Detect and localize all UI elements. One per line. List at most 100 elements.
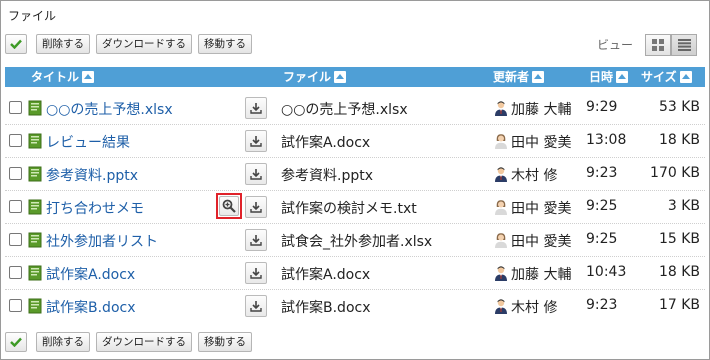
file-icon bbox=[28, 133, 42, 149]
delete-button[interactable]: 削除する bbox=[36, 332, 90, 352]
grid-view-button[interactable] bbox=[645, 34, 671, 56]
updater-name[interactable]: 木村 修 bbox=[511, 297, 557, 317]
updated-time: 9:23 bbox=[586, 297, 618, 313]
download-icon bbox=[250, 301, 262, 312]
user-avatar bbox=[493, 100, 509, 116]
column-header-size[interactable]: サイズ bbox=[641, 67, 692, 87]
user-avatar bbox=[493, 166, 509, 182]
table-row: 試作案A.docx 試作案A.docx 加藤 大輔 10:43 18 KB bbox=[5, 257, 705, 290]
document-icon bbox=[28, 133, 42, 149]
document-icon bbox=[28, 265, 42, 281]
row-checkbox[interactable] bbox=[9, 233, 22, 246]
preview-button[interactable] bbox=[216, 193, 242, 219]
file-title-link[interactable]: 試作案B.docx bbox=[46, 297, 136, 317]
file-icon bbox=[28, 199, 42, 215]
file-title-link[interactable]: ○○の売上予想.xlsx bbox=[46, 99, 173, 119]
view-label: ビュー bbox=[597, 38, 634, 52]
download-button[interactable]: ダウンロードする bbox=[96, 34, 192, 54]
file-title-link[interactable]: 参考資料.pptx bbox=[46, 165, 138, 185]
female-user-icon bbox=[495, 233, 507, 248]
file-name[interactable]: 試作案B.docx bbox=[281, 297, 371, 317]
column-time-label: 日時 bbox=[589, 70, 614, 84]
row-checkbox[interactable] bbox=[9, 167, 22, 180]
file-name[interactable]: 参考資料.pptx bbox=[281, 165, 373, 185]
move-button[interactable]: 移動する bbox=[198, 332, 252, 352]
file-name[interactable]: ○○の売上予想.xlsx bbox=[281, 99, 408, 119]
column-size-label: サイズ bbox=[641, 70, 677, 84]
file-icon bbox=[28, 232, 42, 248]
table-row: 打ち合わせメモ 試作案の検討メモ.txt 田中 愛美 9:25 3 KB bbox=[5, 191, 705, 224]
male-user-icon bbox=[495, 167, 507, 182]
download-button[interactable]: ダウンロードする bbox=[96, 332, 192, 352]
file-title-link[interactable]: レビュー結果 bbox=[46, 132, 130, 152]
file-name[interactable]: 試作案A.docx bbox=[281, 132, 370, 152]
sort-asc-icon[interactable] bbox=[616, 71, 629, 83]
row-checkbox[interactable] bbox=[9, 266, 22, 279]
sort-asc-icon[interactable] bbox=[334, 71, 347, 83]
checkmark-icon bbox=[10, 337, 22, 347]
move-button[interactable]: 移動する bbox=[198, 34, 252, 54]
download-icon bbox=[250, 103, 262, 114]
document-icon bbox=[28, 199, 42, 215]
column-title-label: タイトル bbox=[31, 70, 80, 84]
updater-name[interactable]: 加藤 大輔 bbox=[511, 99, 571, 119]
table-row: 社外参加者リスト 試食会_社外参加者.xlsx 田中 愛美 9:25 15 KB bbox=[5, 224, 705, 257]
user-avatar bbox=[493, 298, 509, 314]
bottom-toolbar: 削除する ダウンロードする 移動する bbox=[5, 332, 258, 352]
table-header: タイトル ファイル 更新者 日時 サイズ bbox=[5, 67, 705, 87]
download-row-button[interactable] bbox=[245, 130, 267, 152]
download-row-button[interactable] bbox=[245, 196, 267, 218]
file-size: 170 KB bbox=[650, 165, 700, 181]
table-row: 参考資料.pptx 参考資料.pptx 木村 修 9:23 170 KB bbox=[5, 158, 705, 191]
updater-name[interactable]: 木村 修 bbox=[511, 165, 557, 185]
sort-asc-icon[interactable] bbox=[679, 71, 692, 83]
sort-asc-icon[interactable] bbox=[82, 71, 95, 83]
row-checkbox[interactable] bbox=[9, 101, 22, 114]
download-icon bbox=[250, 202, 262, 213]
updater-name[interactable]: 加藤 大輔 bbox=[511, 264, 571, 284]
updater-name[interactable]: 田中 愛美 bbox=[511, 198, 571, 218]
list-view-button[interactable] bbox=[671, 34, 697, 56]
download-row-button[interactable] bbox=[245, 163, 267, 185]
column-header-file[interactable]: ファイル bbox=[283, 67, 347, 87]
select-all-button[interactable] bbox=[5, 34, 27, 54]
delete-button[interactable]: 削除する bbox=[36, 34, 90, 54]
download-row-button[interactable] bbox=[245, 262, 267, 284]
file-name[interactable]: 試食会_社外参加者.xlsx bbox=[281, 231, 432, 251]
download-row-button[interactable] bbox=[245, 97, 267, 119]
updated-time: 10:43 bbox=[586, 264, 627, 280]
user-avatar bbox=[493, 199, 509, 215]
column-header-title[interactable]: タイトル bbox=[31, 67, 95, 87]
select-all-button[interactable] bbox=[5, 332, 27, 352]
file-title-link[interactable]: 社外参加者リスト bbox=[46, 231, 158, 251]
column-header-time[interactable]: 日時 bbox=[589, 67, 629, 87]
column-updater-label: 更新者 bbox=[493, 70, 530, 84]
file-title-link[interactable]: 打ち合わせメモ bbox=[46, 198, 144, 218]
document-icon bbox=[28, 232, 42, 248]
file-panel: ファイル 削除する ダウンロードする 移動する ビュー タイトル ファイル 更新… bbox=[0, 0, 710, 360]
row-checkbox[interactable] bbox=[9, 200, 22, 213]
file-size: 53 KB bbox=[658, 99, 700, 115]
file-size: 18 KB bbox=[658, 264, 700, 280]
file-name[interactable]: 試作案A.docx bbox=[281, 264, 370, 284]
top-toolbar: 削除する ダウンロードする 移動する bbox=[5, 34, 258, 54]
download-icon bbox=[250, 268, 262, 279]
download-row-button[interactable] bbox=[245, 295, 267, 317]
preview-button-face bbox=[219, 196, 239, 216]
file-icon bbox=[28, 298, 42, 314]
zoom-preview-icon bbox=[222, 199, 236, 213]
file-title-link[interactable]: 試作案A.docx bbox=[46, 264, 135, 284]
updater-name[interactable]: 田中 愛美 bbox=[511, 231, 571, 251]
file-size: 15 KB bbox=[658, 231, 700, 247]
file-name[interactable]: 試作案の検討メモ.txt bbox=[281, 198, 417, 218]
download-row-button[interactable] bbox=[245, 229, 267, 251]
row-checkbox[interactable] bbox=[9, 299, 22, 312]
table-row: レビュー結果 試作案A.docx 田中 愛美 13:08 18 KB bbox=[5, 125, 705, 158]
row-checkbox[interactable] bbox=[9, 134, 22, 147]
column-header-updater[interactable]: 更新者 bbox=[493, 67, 545, 87]
document-icon bbox=[28, 166, 42, 182]
sort-asc-icon[interactable] bbox=[532, 71, 545, 83]
file-icon bbox=[28, 166, 42, 182]
updater-name[interactable]: 田中 愛美 bbox=[511, 132, 571, 152]
female-user-icon bbox=[495, 134, 507, 149]
